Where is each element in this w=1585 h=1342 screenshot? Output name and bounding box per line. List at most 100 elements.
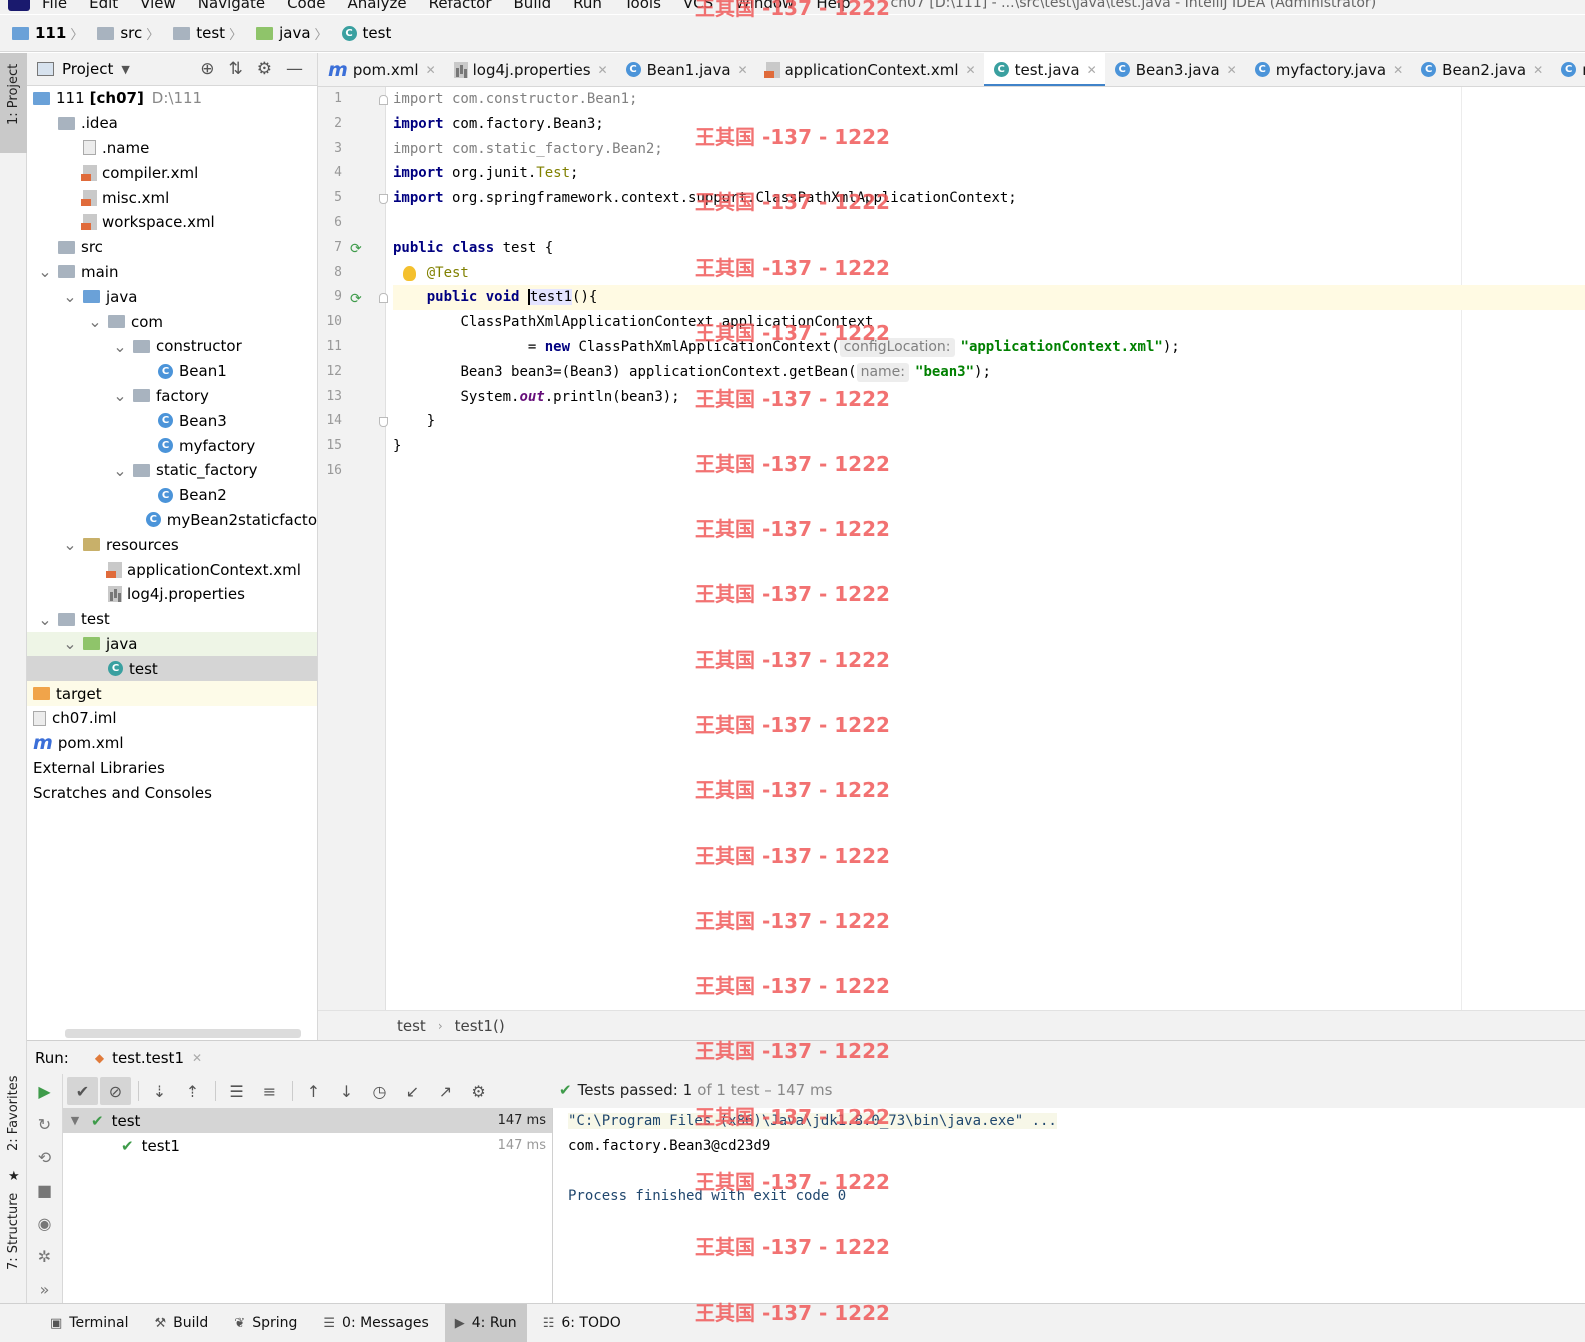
console-output[interactable]: "C:\Program Files (x86)\Java\jdk1.8.0_73… [553, 1108, 1585, 1303]
tree-item[interactable]: ⌄ constructor [27, 334, 317, 359]
close-icon[interactable]: ✕ [192, 1051, 202, 1065]
tree-item[interactable]: ⌄ main [27, 260, 317, 285]
tree-item[interactable]: External Libraries [27, 756, 317, 781]
fold-marker-icon[interactable] [379, 95, 388, 105]
tree-item[interactable]: workspace.xml [27, 210, 317, 235]
breadcrumb-item-java[interactable]: java 〉 [256, 24, 333, 43]
tree-item[interactable]: C Bean1 [27, 359, 317, 384]
editor-tab[interactable]: Ctest.java ✕ [983, 53, 1105, 86]
todo-tab[interactable]: ☷ 6: TODO [533, 1304, 631, 1342]
menu-analyze[interactable]: Analyze [347, 0, 406, 12]
tree-item[interactable]: ⌄ java [27, 631, 317, 657]
spring-tab[interactable]: ❦ Spring [224, 1304, 307, 1342]
history-icon[interactable]: ◷ [364, 1077, 395, 1105]
close-icon[interactable]: ✕ [738, 63, 748, 77]
menu-view[interactable]: View [140, 0, 176, 12]
chevron-down-icon[interactable]: ⌄ [113, 337, 127, 356]
tree-item[interactable]: ⌄ static_factory [27, 458, 317, 483]
gear-icon[interactable]: ⚙ [463, 1077, 494, 1105]
expand-all-icon[interactable]: ☰ [221, 1077, 252, 1105]
messages-tab[interactable]: ☰ 0: Messages [313, 1304, 438, 1342]
chevron-down-icon[interactable]: ▼ [69, 1114, 81, 1127]
close-icon[interactable]: ✕ [598, 63, 608, 77]
run-class-icon[interactable] [350, 239, 364, 253]
tree-item[interactable]: Scratches and Consoles [27, 780, 317, 805]
camera-icon[interactable]: ◉ [27, 1214, 62, 1239]
pin-icon[interactable]: ✲ [27, 1247, 62, 1272]
tree-item[interactable]: ⌄ com [27, 309, 317, 334]
chevron-down-icon[interactable]: ⌄ [113, 386, 127, 405]
run-config-tab[interactable]: ◆ test.test1 ✕ [95, 1049, 202, 1067]
tree-item[interactable]: ch07.iml [27, 706, 317, 731]
menu-file[interactable]: File [42, 0, 67, 12]
structure-tool-tab[interactable]: 7: Structure [0, 1188, 27, 1298]
breadcrumb-item-project[interactable]: 111 〉 [12, 24, 89, 43]
minimize-icon[interactable]: — [286, 59, 303, 79]
more-icon[interactable]: » [27, 1280, 62, 1305]
tree-item[interactable]: ⌄ resources [27, 532, 317, 557]
next-test-icon[interactable]: ↓ [331, 1077, 362, 1105]
close-icon[interactable]: ✕ [966, 63, 976, 77]
fold-marker-icon[interactable] [379, 417, 388, 427]
tree-item[interactable]: .idea [27, 111, 317, 136]
chevron-down-icon[interactable]: ⌄ [113, 461, 127, 480]
tree-item[interactable]: ⌄ test [27, 607, 317, 632]
fold-marker-icon[interactable] [379, 293, 388, 303]
run-tab[interactable]: ▶ 4: Run [444, 1303, 527, 1342]
tree-item[interactable]: CmyBean2staticfacto [27, 508, 317, 533]
menu-navigate[interactable]: Navigate [198, 0, 265, 12]
test-suite-row[interactable]: ▼ ✔ test 147 ms [63, 1108, 552, 1133]
editor-tab[interactable]: m pom.xml ✕ [318, 53, 444, 86]
tree-item[interactable]: Cmyfactory [27, 433, 317, 458]
editor-tab[interactable]: Cmyfactory.java ✕ [1245, 53, 1411, 86]
code-editor[interactable]: 12345678910111213141516 import com.const… [318, 87, 1585, 1010]
export-tests-icon[interactable]: ↗ [430, 1077, 461, 1105]
chevron-down-icon[interactable]: ⌄ [38, 610, 52, 629]
tree-item[interactable]: Ctest [27, 656, 317, 682]
tree-item[interactable]: ⌄ factory [27, 384, 317, 409]
editor-tab[interactable]: Cm [1551, 53, 1585, 86]
tree-item[interactable]: target [27, 681, 317, 706]
tree-item[interactable]: C Bean2 [27, 483, 317, 508]
sort-alpha-icon[interactable]: ⇣ [144, 1077, 175, 1105]
tree-item[interactable]: C Bean3 [27, 408, 317, 433]
close-icon[interactable]: ✕ [426, 63, 436, 77]
close-icon[interactable]: ✕ [1227, 63, 1237, 77]
import-tests-icon[interactable]: ↙ [397, 1077, 428, 1105]
menu-edit[interactable]: Edit [89, 0, 118, 12]
menu-code[interactable]: Code [287, 0, 325, 12]
editor-tab[interactable]: log4j.properties ✕ [444, 53, 616, 86]
collapse-all-icon[interactable]: ≡ [254, 1077, 285, 1105]
tree-item[interactable]: src [27, 235, 317, 260]
show-passed-icon[interactable]: ✔ [67, 1077, 98, 1105]
editor-tab[interactable]: applicationContext.xml ✕ [756, 53, 984, 86]
show-ignored-icon[interactable]: ⊘ [100, 1077, 131, 1105]
tree-item[interactable]: misc.xml [27, 185, 317, 210]
tree-item[interactable]: .name [27, 136, 317, 161]
tree-item[interactable]: 111 [ch07] D:\111 [27, 86, 317, 111]
editor-crumb-method[interactable]: test1() [455, 1017, 505, 1035]
chevron-down-icon[interactable]: ▼ [121, 63, 129, 76]
chevron-down-icon[interactable]: ⌄ [63, 287, 77, 306]
tree-item[interactable]: applicationContext.xml [27, 557, 317, 582]
tree-item[interactable]: ⌄ java [27, 284, 317, 309]
collapse-all-icon[interactable]: ⇅ [229, 59, 243, 79]
breadcrumb-item-file[interactable]: Ctest [341, 24, 391, 42]
previous-test-icon[interactable]: ↑ [298, 1077, 329, 1105]
project-view-selector[interactable]: Project [62, 60, 113, 78]
breadcrumb-item-test[interactable]: test 〉 [173, 24, 248, 43]
chevron-down-icon[interactable]: ⌄ [63, 634, 77, 653]
sort-duration-icon[interactable]: ⇡ [177, 1077, 208, 1105]
close-icon[interactable]: ✕ [1533, 63, 1543, 77]
menu-tools[interactable]: Tools [624, 0, 661, 12]
fold-marker-icon[interactable] [379, 194, 388, 204]
menu-refactor[interactable]: Refactor [429, 0, 492, 12]
run-method-icon[interactable] [350, 289, 364, 303]
editor-crumb-class[interactable]: test [397, 1017, 426, 1035]
tree-item[interactable]: log4j.properties [27, 582, 317, 607]
chevron-down-icon[interactable]: ⌄ [38, 262, 52, 281]
horizontal-scrollbar[interactable] [65, 1029, 301, 1038]
menu-build[interactable]: Build [514, 0, 552, 12]
tree-item[interactable]: m pom.xml [27, 731, 317, 756]
editor-tab[interactable]: C Bean2.java ✕ [1411, 53, 1551, 86]
